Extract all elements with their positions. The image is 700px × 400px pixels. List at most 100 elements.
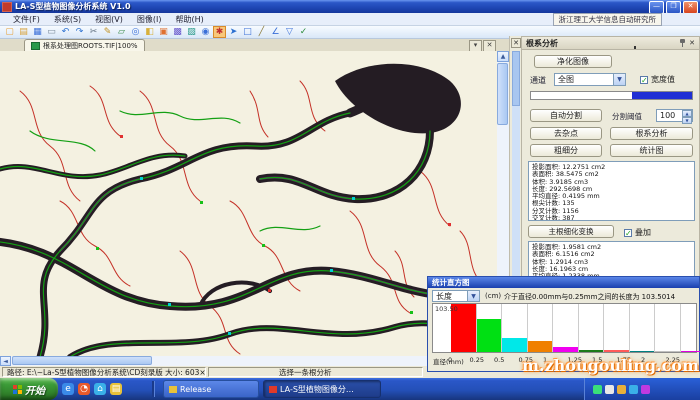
tray-icon-3[interactable] — [629, 385, 638, 394]
menu-item-4[interactable]: 帮助(H) — [169, 14, 211, 25]
start-button[interactable]: 开始 — [0, 378, 58, 400]
histogram-column — [604, 304, 630, 352]
root-image — [0, 51, 497, 356]
fill-icon[interactable]: ◧ — [143, 26, 156, 38]
checkbox-check-icon[interactable]: ✓ — [624, 229, 632, 237]
x-tick-label: 0.5 — [494, 356, 504, 364]
menu-item-0[interactable]: 文件(F) — [6, 14, 47, 25]
save-icon[interactable]: ▦ — [31, 26, 44, 38]
document-tab-label: 根系处理图ROOTS.TIF|100% — [43, 41, 138, 51]
title-bar[interactable]: LA-S型植物图像分析系统 V1.0 — ❐ ✕ — [0, 0, 700, 13]
watermark: m.zhougouling.com — [522, 356, 699, 375]
root-image-canvas[interactable] — [0, 51, 497, 356]
strip-close-icon[interactable]: ✕ — [511, 38, 521, 48]
zoom-icon[interactable]: ◎ — [129, 26, 142, 38]
threshold-value[interactable]: 100 — [657, 110, 682, 121]
metric-value: 长度 — [433, 291, 467, 302]
arrow-icon[interactable]: ➤ — [227, 26, 240, 38]
task-button-las-app[interactable]: LA-S型植物图像分… — [263, 380, 381, 398]
panel-divider-strip: ✕ — [509, 36, 521, 281]
histogram-bar — [604, 350, 629, 352]
main-root-transform-button[interactable]: 主根细化变换 — [528, 225, 614, 238]
image-icon[interactable]: ▣ — [157, 26, 170, 38]
histogram-column — [553, 304, 579, 352]
print-icon[interactable]: ▭ — [45, 26, 58, 38]
threshold-spinner[interactable]: 100 ▲ ▼ — [656, 109, 693, 122]
histogram-column — [579, 304, 605, 352]
pencil-icon[interactable]: ✎ — [101, 26, 114, 38]
channel-dropdown[interactable]: 全图 ▼ — [554, 73, 626, 86]
task-button-release[interactable]: Release — [163, 380, 259, 398]
document-tab[interactable]: 根系处理图ROOTS.TIF|100% — [24, 39, 145, 51]
ruler-icon[interactable]: ╱ — [255, 26, 268, 38]
despeckle-button[interactable]: 去杂点 — [530, 127, 602, 140]
chevron-down-icon[interactable]: ▼ — [613, 74, 625, 85]
pin-icon[interactable] — [679, 38, 686, 48]
tray-icon-0[interactable] — [593, 385, 602, 394]
vertical-scroll-thumb[interactable] — [497, 63, 508, 125]
tray-icon-4[interactable] — [641, 385, 650, 394]
y-max-label: 103.50 — [435, 305, 458, 313]
scroll-up-icon[interactable]: ▲ — [497, 51, 509, 62]
menu-item-1[interactable]: 系统(S) — [47, 14, 88, 25]
tray-icon-2[interactable] — [617, 385, 626, 394]
menu-item-3[interactable]: 图像(I) — [130, 14, 169, 25]
tray-icon-1[interactable] — [605, 385, 614, 394]
spinner-up-icon[interactable]: ▲ — [682, 110, 692, 117]
task-label: LA-S型植物图像分… — [280, 384, 354, 395]
panel-scroll-thumb[interactable] — [512, 51, 520, 106]
scroll-left-icon[interactable]: ◄ — [0, 356, 11, 366]
auto-split-button[interactable]: 自动分割 — [530, 109, 602, 122]
metric-dropdown[interactable]: 长度 ▼ — [432, 290, 480, 302]
windows-flag-icon — [13, 385, 22, 394]
histogram-title-bar[interactable]: 统计直方图 — [428, 277, 699, 288]
rect-icon[interactable]: □ — [241, 26, 254, 38]
desktop-icon[interactable]: ⌂ — [94, 383, 106, 395]
poly-icon[interactable]: ▽ — [283, 26, 296, 38]
measure-icon[interactable]: ✓ — [297, 26, 310, 38]
overlay-checkbox[interactable]: ✓ 叠加 — [624, 227, 651, 238]
threshold-slider[interactable] — [530, 91, 693, 100]
status-path: 路径: E:\~La-S型植物图像分析系统\CD刻录版 大小: 603×766 — [2, 367, 206, 377]
filter-icon[interactable]: ▨ — [185, 26, 198, 38]
horizontal-scroll-thumb[interactable] — [12, 356, 152, 365]
width-value-checkbox[interactable]: ✓ 宽度值 — [640, 74, 675, 85]
purify-image-button[interactable]: 净化图像 — [534, 55, 612, 68]
application-window: LA-S型植物图像分析系统 V1.0 — ❐ ✕ 文件(F)系统(S)视图(V)… — [0, 0, 700, 400]
histogram-bar — [477, 319, 502, 352]
cut-icon[interactable]: ✂ — [87, 26, 100, 38]
overlay-label: 叠加 — [635, 227, 651, 238]
angle-icon[interactable]: ∠ — [269, 26, 282, 38]
threshold-label: 分割阈值 — [612, 111, 642, 122]
gear-icon[interactable]: ✱ — [213, 26, 226, 38]
select-icon[interactable]: ▱ — [115, 26, 128, 38]
redo-icon[interactable]: ↷ — [73, 26, 86, 38]
x-tick-label: 0 — [448, 356, 452, 364]
browser-icon[interactable]: e — [62, 383, 74, 395]
app-icon — [2, 2, 12, 12]
checkbox-check-icon[interactable]: ✓ — [640, 76, 648, 84]
app-icon — [269, 386, 277, 393]
measurement-results-2[interactable]: 投影面积: 1.9581 cm2 表面积: 6.1516 cm2 体积: 1.2… — [528, 241, 695, 281]
task-label: Release — [180, 385, 211, 394]
target-icon[interactable]: ◉ — [199, 26, 212, 38]
statistics-chart-button[interactable]: 统计图 — [610, 144, 693, 157]
grade-thickness-button[interactable]: 粗细分 — [530, 144, 602, 157]
menu-item-2[interactable]: 视图(V) — [88, 14, 130, 25]
layers-icon[interactable]: ▩ — [171, 26, 184, 38]
analyze-roots-button[interactable]: 根系分析 — [610, 127, 693, 140]
document-thumbnail-icon — [31, 42, 40, 50]
histogram-bar — [553, 347, 578, 352]
histogram-column — [502, 304, 528, 352]
open-folder-icon[interactable]: ▤ — [17, 26, 30, 38]
histogram-bar — [528, 341, 553, 352]
media-icon[interactable]: ◔ — [78, 383, 90, 395]
measurement-results-1[interactable]: 投影面积: 12.2751 cm2 表面积: 38.5475 cm2 体积: 3… — [528, 161, 695, 221]
folder-icon[interactable]: ▤ — [110, 383, 122, 395]
panel-close-icon[interactable]: ✕ — [689, 39, 695, 47]
new-file-icon[interactable]: ▢ — [3, 26, 16, 38]
chevron-down-icon[interactable]: ▼ — [467, 291, 479, 301]
spinner-down-icon[interactable]: ▼ — [682, 117, 692, 124]
panel-header: 根系分析 ✕ — [522, 37, 699, 50]
undo-icon[interactable]: ↶ — [59, 26, 72, 38]
